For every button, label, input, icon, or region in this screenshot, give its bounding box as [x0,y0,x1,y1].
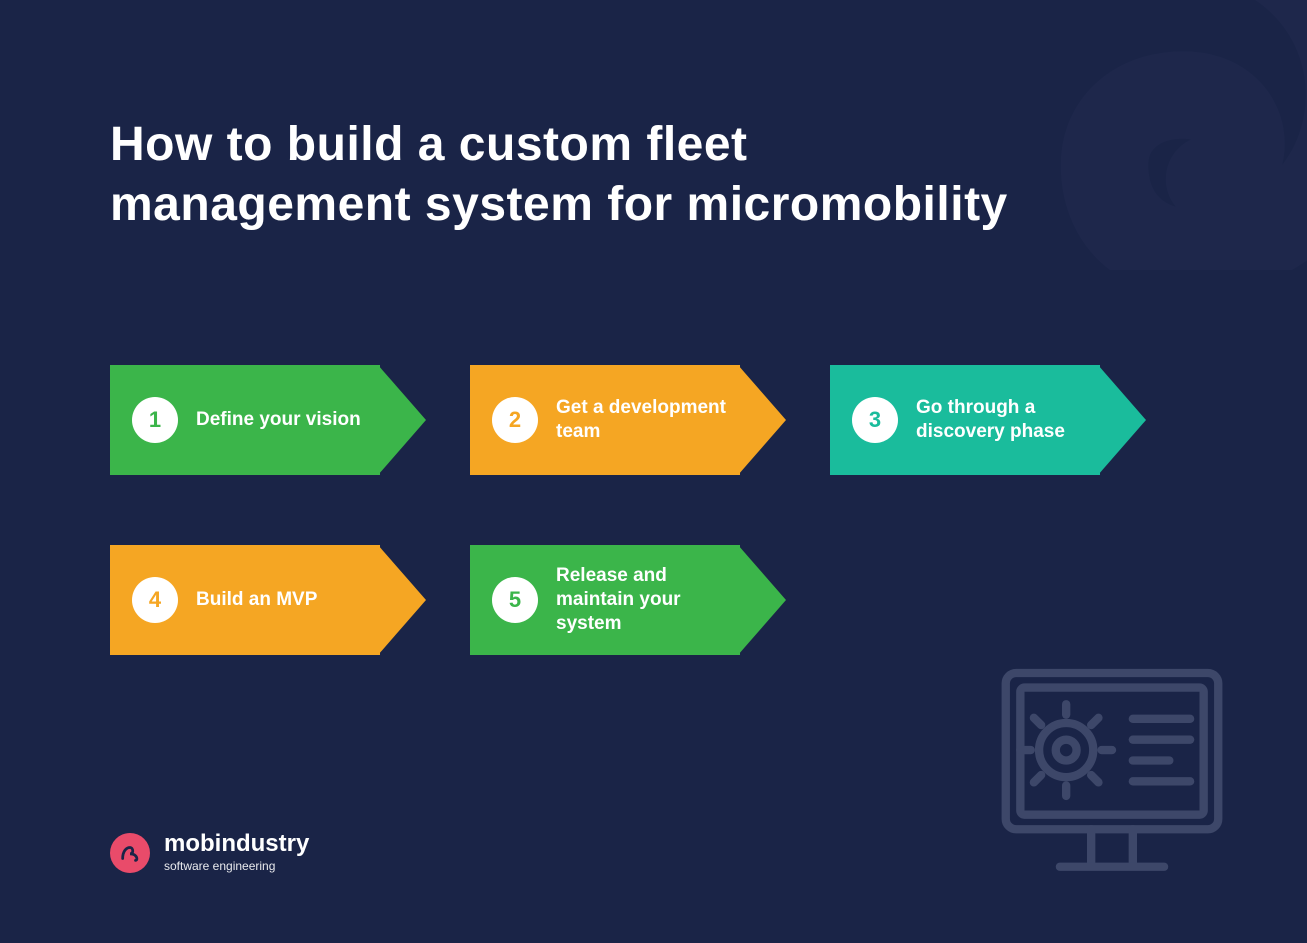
arrow-icon [738,365,786,475]
step-3: 3 Go through a discovery phase [830,365,1140,475]
step-2: 2 Get a development team [470,365,780,475]
step-4: 4 Build an MVP [110,545,420,655]
brand-logo: mobindustry software engineering [110,832,309,873]
arrow-icon [1098,365,1146,475]
logo-name: mobindustry [164,832,309,856]
step-number: 5 [492,577,538,623]
step-label: Go through a discovery phase [916,396,1096,444]
steps-container: 1 Define your vision 2 Get a development… [110,365,1210,655]
step-number: 1 [132,397,178,443]
page-title: How to build a custom fleet management s… [110,115,1010,235]
arrow-icon [378,365,426,475]
step-label: Build an MVP [196,588,317,612]
logo-tagline: software engineering [164,859,309,873]
arrow-icon [378,545,426,655]
arrow-icon [738,545,786,655]
step-number: 4 [132,577,178,623]
mobindustry-mark-icon [110,833,150,873]
step-label: Release and maintain your system [556,564,736,635]
computer-settings-icon [987,658,1237,888]
step-number: 3 [852,397,898,443]
swirl-icon [1017,0,1307,270]
step-label: Define your vision [196,408,361,432]
step-1: 1 Define your vision [110,365,420,475]
step-number: 2 [492,397,538,443]
step-label: Get a development team [556,396,736,444]
step-5: 5 Release and maintain your system [470,545,780,655]
